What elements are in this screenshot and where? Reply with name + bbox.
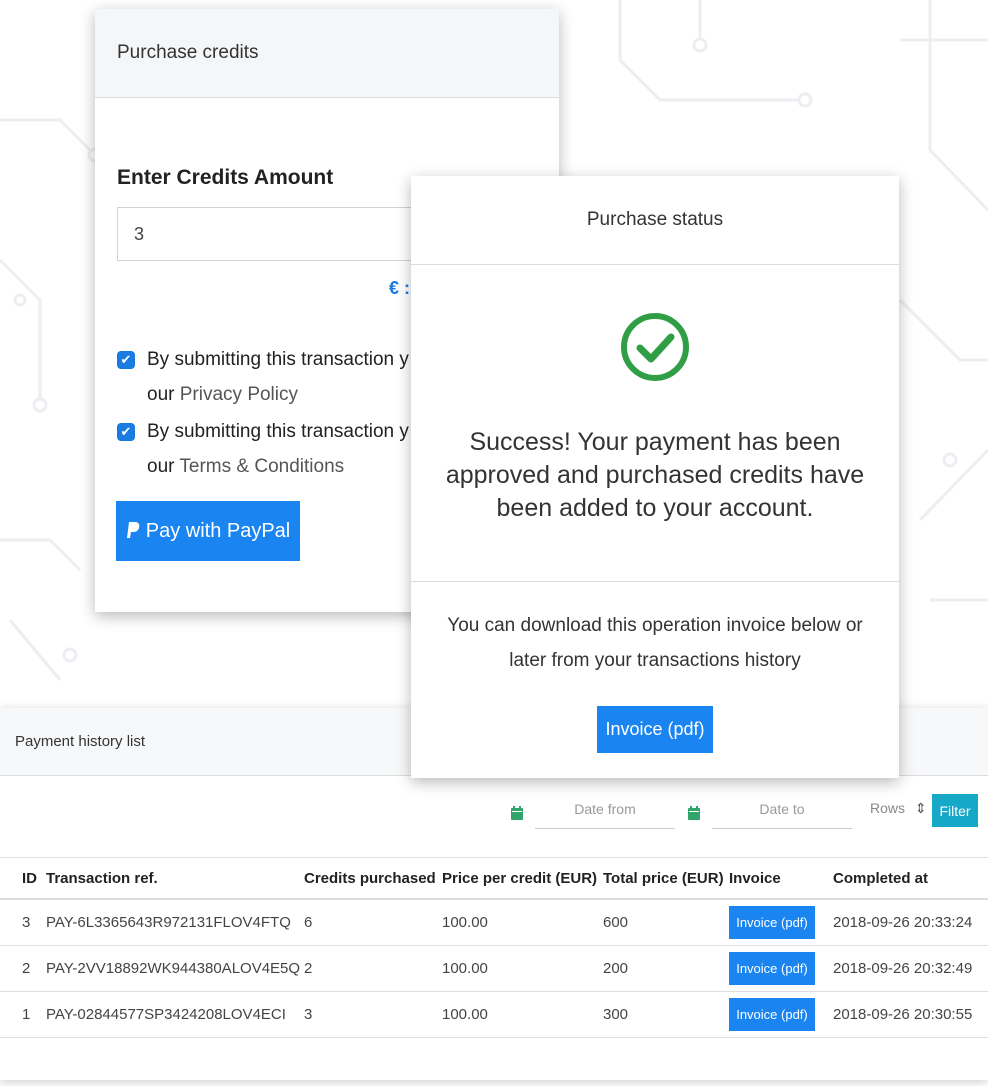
cell-price: 100.00 (442, 899, 603, 946)
calendar-icon[interactable] (688, 806, 700, 820)
column-header: Completed at (833, 857, 988, 900)
cell-id: 1 (0, 991, 46, 1038)
success-check-icon (621, 313, 689, 381)
column-header: ID (0, 857, 46, 900)
cell-total: 200 (603, 945, 729, 992)
pay-with-paypal-button[interactable]: Pay with PayPal (116, 501, 300, 561)
cell-price: 100.00 (442, 945, 603, 992)
cell-completed-at: 2018-09-26 20:33:24 (833, 899, 988, 946)
table-header-row: ID Transaction ref. Credits purchased Pr… (0, 857, 988, 900)
cell-credits: 6 (304, 899, 442, 946)
column-header: Price per credit (EUR) (442, 857, 603, 900)
paypal-icon (126, 522, 140, 538)
cell-total: 600 (603, 899, 729, 946)
date-to-input[interactable]: Date to (712, 794, 852, 829)
invoice-pdf-button[interactable]: Invoice (pdf) (729, 998, 815, 1031)
cell-completed-at: 2018-09-26 20:32:49 (833, 945, 988, 992)
cell-transaction-ref: PAY-02844577SP3424208LOV4ECI (46, 991, 304, 1038)
payment-history-table: ID Transaction ref. Credits purchased Pr… (0, 857, 988, 1038)
terms-consent-prefix: our (147, 456, 180, 477)
download-invoice-message: You can download this operation invoice … (447, 615, 863, 671)
cell-completed-at: 2018-09-26 20:30:55 (833, 991, 988, 1038)
terms-conditions-link[interactable]: Terms & Conditions (179, 456, 344, 477)
purchase-status-card: Purchase status Success! Your payment ha… (411, 176, 899, 778)
terms-consent-text: By submitting this transaction y (147, 421, 409, 442)
rows-select[interactable]: Rows ⇕ (870, 800, 927, 817)
cell-id: 2 (0, 945, 46, 992)
column-header: Invoice (729, 857, 833, 900)
cell-invoice: Invoice (pdf) (729, 899, 833, 946)
sort-arrows-icon: ⇕ (914, 800, 927, 816)
cell-transaction-ref: PAY-6L3365643R972131FLOV4FTQ (46, 899, 304, 946)
cell-price: 100.00 (442, 991, 603, 1038)
privacy-consent-text: By submitting this transaction y (147, 349, 409, 370)
table-row: 3 PAY-6L3365643R972131FLOV4FTQ 6 100.00 … (0, 899, 988, 946)
rows-select-label: Rows (870, 800, 906, 816)
filter-bar: Date from Date to Rows ⇕ Filter (0, 794, 988, 834)
cell-transaction-ref: PAY-2VV18892WK944380ALOV4E5Q (46, 945, 304, 992)
calendar-icon[interactable] (511, 806, 523, 820)
table-row: 1 PAY-02844577SP3424208LOV4ECI 3 100.00 … (0, 991, 988, 1038)
cell-invoice: Invoice (pdf) (729, 945, 833, 992)
invoice-pdf-button[interactable]: Invoice (pdf) (729, 952, 815, 985)
filter-button[interactable]: Filter (932, 794, 978, 827)
privacy-consent-prefix: our (147, 384, 180, 405)
checkbox-checked-icon[interactable]: ✔ (117, 351, 135, 369)
date-from-input[interactable]: Date from (535, 794, 675, 829)
cell-total: 300 (603, 991, 729, 1038)
divider (411, 581, 899, 582)
purchase-status-title: Purchase status (411, 176, 899, 265)
cell-invoice: Invoice (pdf) (729, 991, 833, 1038)
column-header: Total price (EUR) (603, 857, 729, 900)
column-header: Credits purchased (304, 857, 442, 900)
column-header: Transaction ref. (46, 857, 304, 900)
table-row: 2 PAY-2VV18892WK944380ALOV4E5Q 2 100.00 … (0, 945, 988, 992)
invoice-pdf-button[interactable]: Invoice (pdf) (597, 706, 713, 753)
paypal-button-label: Pay with PayPal (145, 519, 291, 542)
cell-credits: 3 (304, 991, 442, 1038)
success-message: Success! Your payment has been approved … (445, 428, 865, 522)
credits-amount-label: Enter Credits Amount (117, 166, 334, 189)
invoice-pdf-button[interactable]: Invoice (pdf) (729, 906, 815, 939)
cell-id: 3 (0, 899, 46, 946)
price-hint: € : (389, 278, 411, 298)
purchase-card-title: Purchase credits (95, 9, 559, 98)
checkbox-checked-icon[interactable]: ✔ (117, 423, 135, 441)
privacy-policy-link[interactable]: Privacy Policy (180, 384, 298, 405)
cell-credits: 2 (304, 945, 442, 992)
